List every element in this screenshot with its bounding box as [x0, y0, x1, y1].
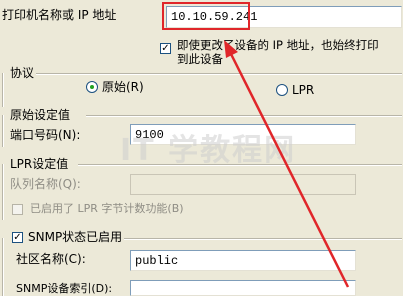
annotation-arrow-shaft	[227, 49, 350, 288]
annotation-arrow	[224, 40, 350, 288]
annotation-arrow-head	[224, 40, 238, 58]
